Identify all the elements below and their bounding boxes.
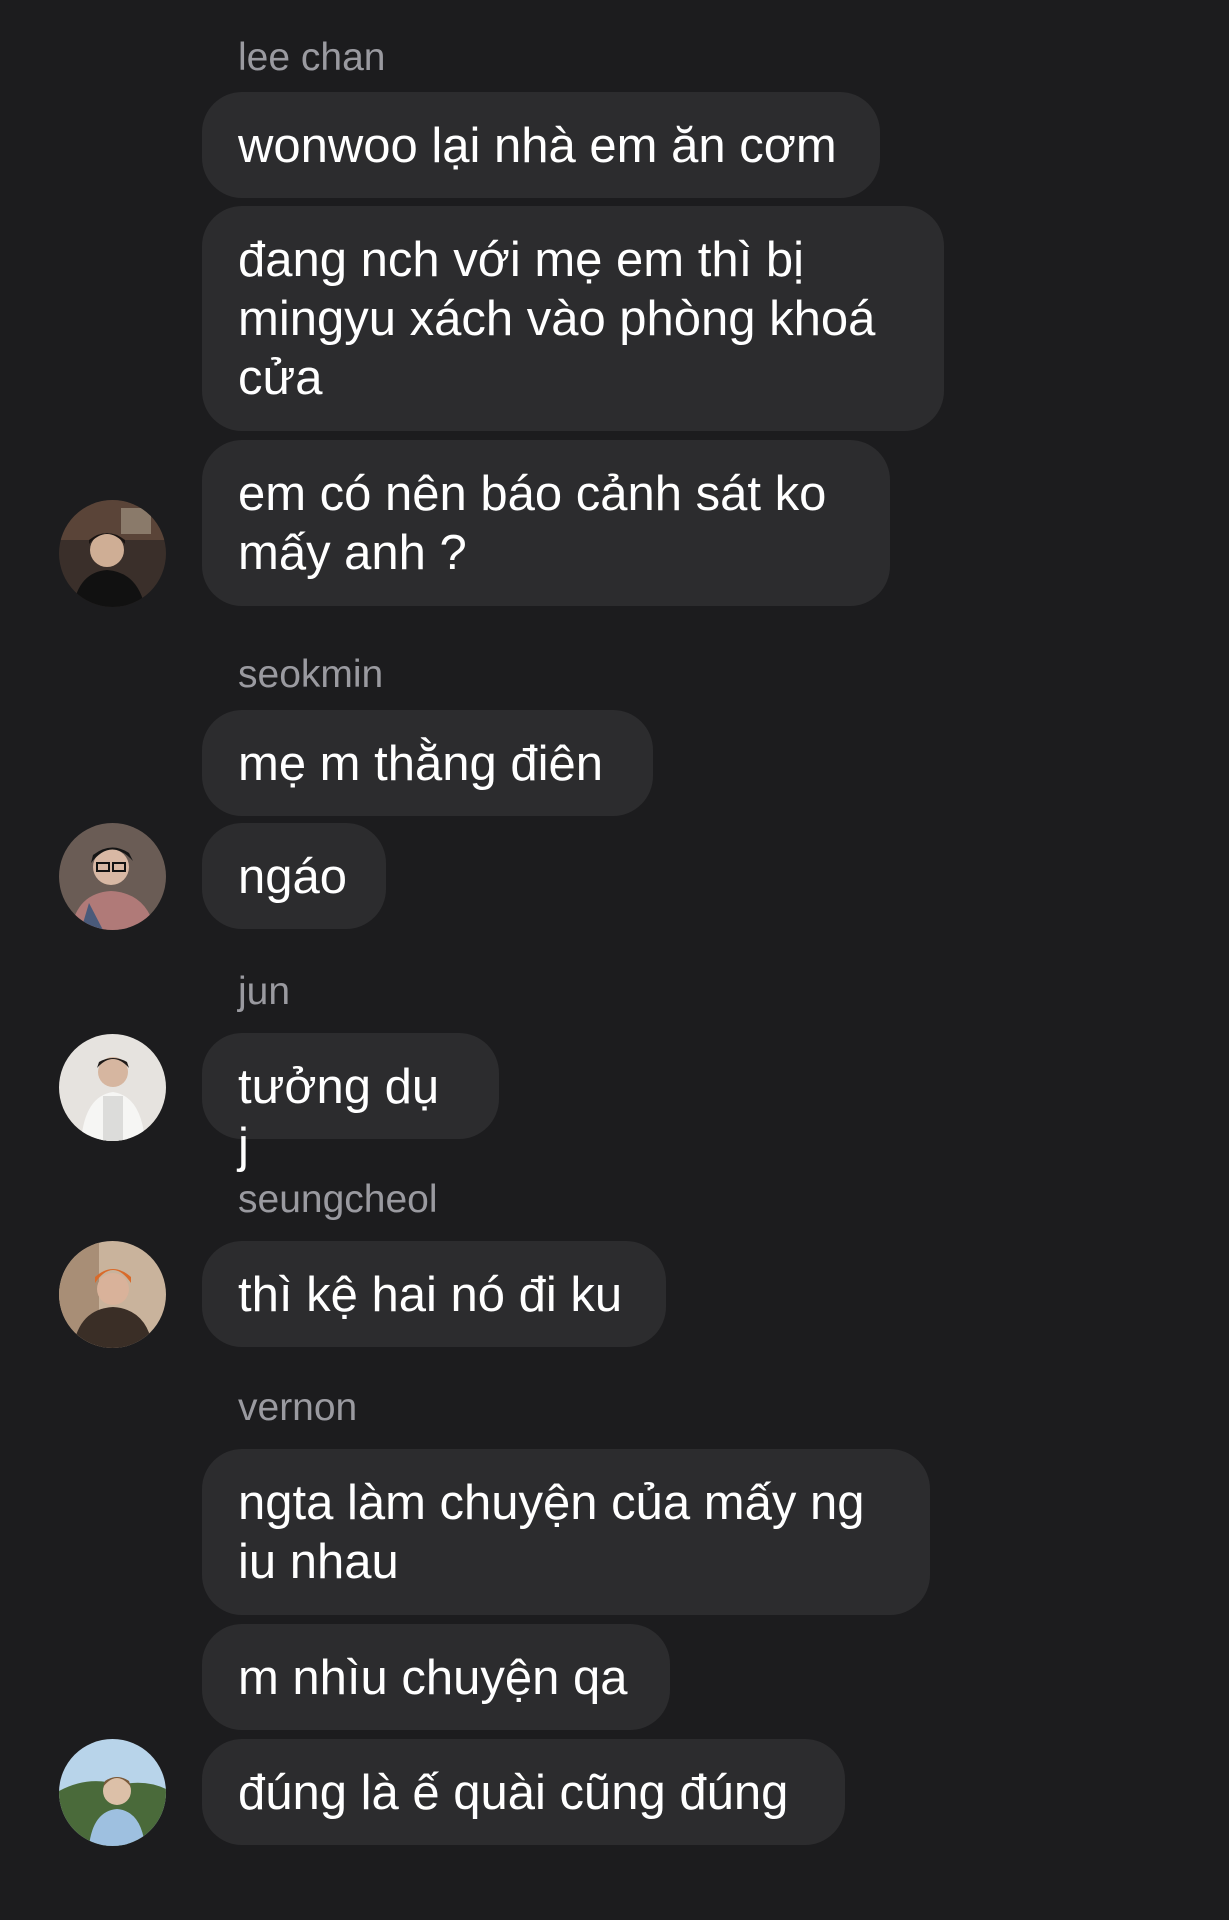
message-bubble[interactable]: ngta làm chuyện của mấy ng iu nhau — [202, 1449, 930, 1615]
avatar-photo-icon — [59, 1739, 166, 1846]
message-bubble[interactable]: wonwoo lại nhà em ăn cơm — [202, 92, 880, 198]
message-bubble[interactable]: đang nch với mẹ em thì bị mingyu xách và… — [202, 206, 944, 431]
avatar-vernon[interactable] — [59, 1739, 166, 1846]
message-bubble[interactable]: ngáo — [202, 823, 386, 929]
avatar-seokmin[interactable] — [59, 823, 166, 930]
avatar-jun[interactable] — [59, 1034, 166, 1141]
avatar-photo-icon — [59, 1241, 166, 1348]
message-bubble[interactable]: đúng là ế quài cũng đúng — [202, 1739, 845, 1845]
message-bubble[interactable]: em có nên báo cảnh sát ko mấy anh ? — [202, 440, 890, 606]
sender-name-seungcheol: seungcheol — [238, 1178, 438, 1221]
message-bubble[interactable]: mẹ m thằng điên — [202, 710, 653, 816]
sender-name-jun: jun — [238, 970, 291, 1013]
avatar-photo-icon — [59, 1034, 166, 1141]
message-bubble[interactable]: m nhìu chuyện qa — [202, 1624, 670, 1730]
avatar-lee-chan[interactable] — [59, 500, 166, 607]
avatar-photo-icon — [59, 500, 166, 607]
sender-name-vernon: vernon — [238, 1386, 358, 1429]
message-bubble[interactable]: tưởng dụ j — [202, 1033, 499, 1173]
avatar-seungcheol[interactable] — [59, 1241, 166, 1348]
sender-name-lee-chan: lee chan — [238, 36, 386, 79]
message-bubble[interactable]: thì kệ hai nó đi ku — [202, 1241, 666, 1347]
sender-name-seokmin: seokmin — [238, 653, 384, 696]
avatar-photo-icon — [59, 823, 166, 930]
